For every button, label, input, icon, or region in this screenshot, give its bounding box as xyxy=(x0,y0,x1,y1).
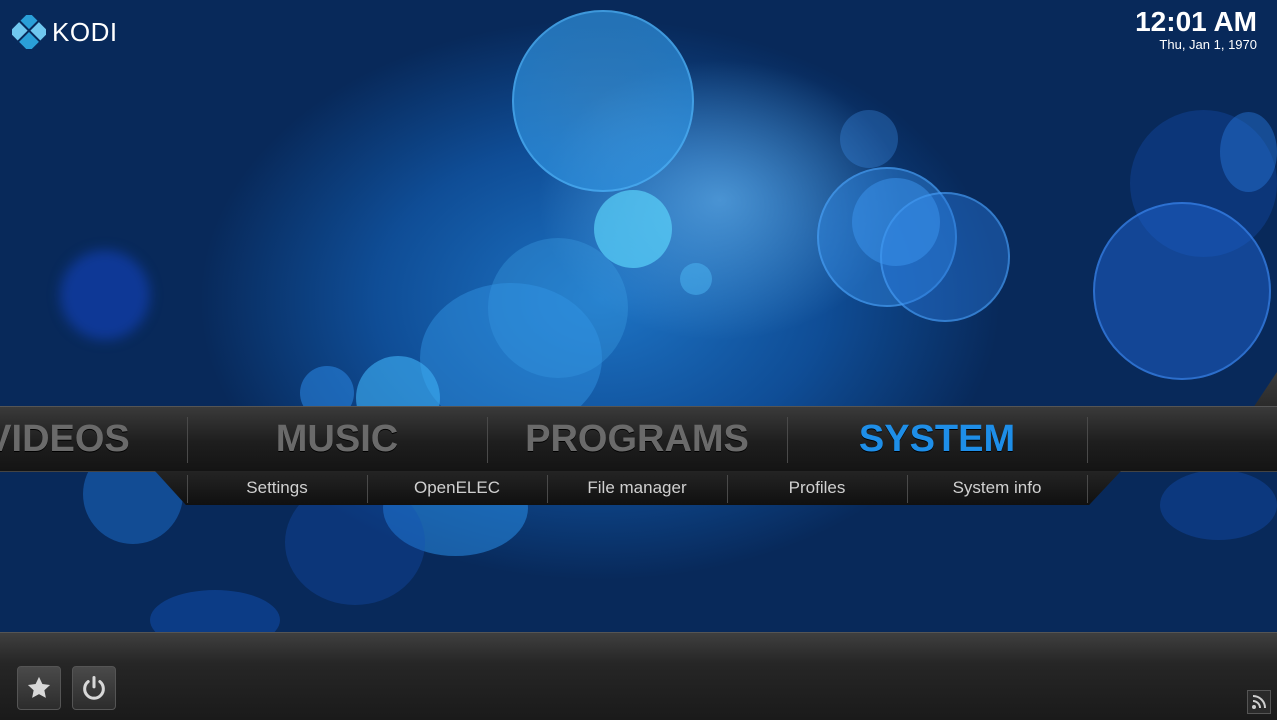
bokeh-bubble xyxy=(680,263,712,295)
power-icon xyxy=(83,675,105,700)
main-menu-item-music[interactable]: MUSIC xyxy=(187,407,487,471)
bokeh-bubble xyxy=(1220,112,1277,192)
app-name: KODI xyxy=(52,16,118,47)
bokeh-bubble xyxy=(852,178,940,266)
main-menu-item-system[interactable]: SYSTEM xyxy=(787,407,1087,471)
main-menu-bar: VIDEOS MUSIC PROGRAMS SYSTEM xyxy=(0,406,1277,472)
bokeh-bubble xyxy=(840,110,898,168)
rss-feed-button[interactable] xyxy=(1247,690,1271,714)
sub-menu-bar: Settings OpenELEC File manager Profiles … xyxy=(155,471,1121,505)
favourites-button[interactable] xyxy=(17,666,61,710)
bokeh-bubble xyxy=(150,590,280,632)
submenu-item-file-manager[interactable]: File manager xyxy=(547,471,727,505)
bokeh-bubble xyxy=(1160,470,1277,540)
submenu-divider xyxy=(1087,475,1088,503)
menu-divider xyxy=(1087,417,1088,463)
submenu-item-profiles[interactable]: Profiles xyxy=(727,471,907,505)
submenu-item-settings[interactable]: Settings xyxy=(187,471,367,505)
bokeh-bubble xyxy=(1093,202,1271,380)
kodi-logo: KODI xyxy=(12,15,118,49)
clock-time: 12:01 AM xyxy=(1135,6,1257,37)
main-menu-item-programs[interactable]: PROGRAMS xyxy=(487,407,787,471)
clock: 12:01 AM Thu, Jan 1, 1970 xyxy=(1135,6,1257,52)
bokeh-bubble xyxy=(60,250,150,340)
clock-date: Thu, Jan 1, 1970 xyxy=(1159,37,1257,52)
background-wallpaper xyxy=(0,0,1277,632)
power-button[interactable] xyxy=(72,666,116,710)
submenu-item-system-info[interactable]: System info xyxy=(907,471,1087,505)
star-icon xyxy=(27,676,51,698)
footer-bar xyxy=(0,632,1277,720)
submenu-item-openelec[interactable]: OpenELEC xyxy=(367,471,547,505)
kodi-logo-icon xyxy=(12,15,46,49)
bokeh-bubble xyxy=(512,10,694,192)
rss-icon xyxy=(1252,695,1266,709)
main-menu-item-videos[interactable]: VIDEOS xyxy=(0,407,208,471)
